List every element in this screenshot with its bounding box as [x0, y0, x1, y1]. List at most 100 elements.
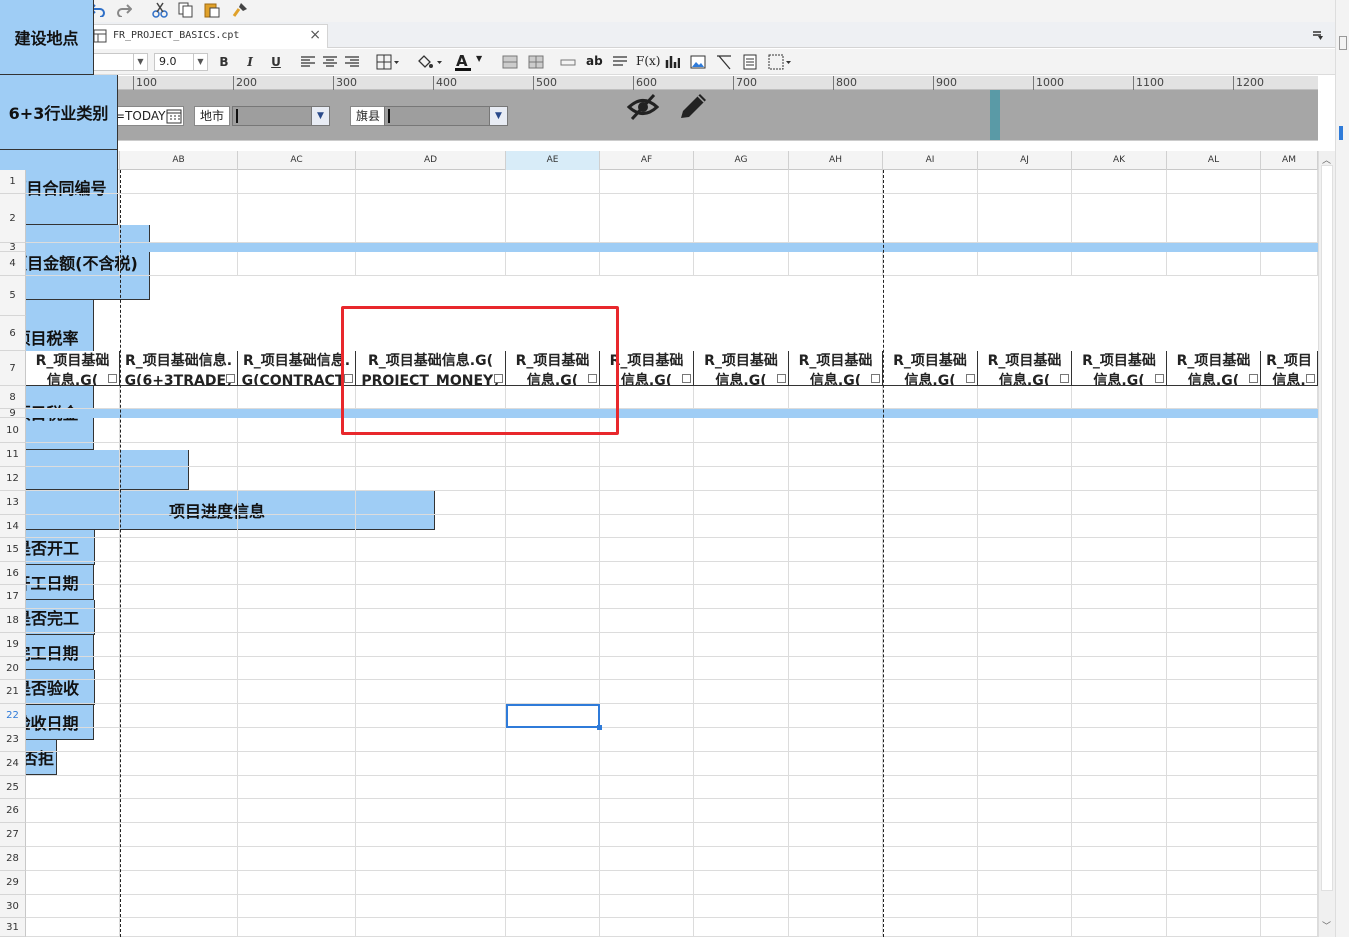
column-header[interactable]: AH [789, 151, 883, 170]
grid-cell[interactable] [238, 704, 356, 728]
grid-cell[interactable] [1167, 585, 1261, 609]
grid-cell[interactable] [120, 704, 238, 728]
grid-cell[interactable] [694, 585, 789, 609]
grid-cell[interactable] [978, 443, 1072, 467]
widget-icon[interactable] [1306, 374, 1315, 383]
row-header[interactable]: 1 [0, 170, 26, 194]
grid-cell[interactable] [120, 847, 238, 871]
grid-cell[interactable] [978, 776, 1072, 799]
grid-cell[interactable] [1261, 243, 1318, 252]
grid-cell[interactable] [1261, 728, 1318, 752]
row-header[interactable]: 7 [0, 351, 26, 386]
scrollbar-thumb[interactable] [1321, 165, 1333, 891]
grid-cell[interactable] [1261, 918, 1318, 937]
edit-pencil-icon[interactable] [676, 91, 710, 126]
grid-cell[interactable] [120, 895, 238, 918]
data-cell[interactable]: R_项目基础 信息.G( [883, 351, 978, 386]
underline-button[interactable]: U [268, 52, 284, 72]
grid-cell[interactable] [26, 386, 120, 409]
grid-cell[interactable] [506, 467, 600, 491]
grid-cell[interactable] [694, 418, 789, 443]
grid-cell[interactable] [238, 194, 356, 243]
grid-cell[interactable] [238, 871, 356, 895]
grid-cell[interactable] [506, 799, 600, 823]
grid-cell[interactable] [1072, 538, 1167, 562]
grid-cell[interactable] [1261, 515, 1318, 538]
grid-cell[interactable] [120, 918, 238, 937]
grid-cell[interactable] [694, 409, 789, 418]
column-header[interactable]: AI [883, 151, 978, 170]
grid-cell[interactable] [506, 252, 600, 276]
grid-cell[interactable] [1261, 823, 1318, 847]
grid-cell[interactable] [883, 443, 978, 467]
grid-cell[interactable] [120, 243, 238, 252]
grid-cell[interactable] [789, 562, 883, 585]
header-group-blank[interactable] [0, 450, 189, 490]
grid-cell[interactable] [506, 515, 600, 538]
row-header[interactable]: 23 [0, 728, 26, 752]
grid-cell[interactable] [506, 895, 600, 918]
grid-cell[interactable] [1261, 386, 1318, 409]
grid-cell[interactable] [1167, 467, 1261, 491]
panel-toggle-icon[interactable] [1339, 36, 1347, 50]
grid-cell[interactable] [120, 776, 238, 799]
grid-cell[interactable] [600, 823, 694, 847]
grid-cell[interactable] [883, 752, 978, 776]
grid-cell[interactable] [600, 609, 694, 633]
grid-cell[interactable] [356, 609, 506, 633]
grid-cell[interactable] [356, 538, 506, 562]
column-header[interactable]: AJ [978, 151, 1072, 170]
data-cell[interactable]: R_项目基础 信息.G( [789, 351, 883, 386]
slash-icon[interactable] [716, 54, 732, 73]
sub-report-icon[interactable] [742, 54, 758, 73]
grid-cell[interactable] [120, 728, 238, 752]
widget-icon[interactable] [1155, 374, 1164, 383]
grid-cell[interactable] [26, 585, 120, 609]
grid-cell[interactable] [120, 194, 238, 243]
grid-cell[interactable] [356, 562, 506, 585]
unmerge-cells-icon[interactable] [528, 55, 544, 72]
grid-cell[interactable] [694, 918, 789, 937]
grid-cell[interactable] [1261, 776, 1318, 799]
grid-cell[interactable] [1167, 704, 1261, 728]
grid-cell[interactable] [694, 538, 789, 562]
grid-cell[interactable] [789, 823, 883, 847]
cut-icon[interactable] [150, 0, 170, 20]
grid-cell[interactable] [600, 895, 694, 918]
grid-cell[interactable] [789, 752, 883, 776]
grid-cell[interactable] [1167, 728, 1261, 752]
grid-cell[interactable] [356, 633, 506, 657]
grid-cell[interactable] [1072, 704, 1167, 728]
grid-cell[interactable] [120, 386, 238, 409]
data-cell[interactable]: R_项目基础 信息.G( [978, 351, 1072, 386]
grid-cell[interactable] [120, 409, 238, 418]
grid-cell[interactable] [238, 170, 356, 194]
merge-cells-icon[interactable] [502, 55, 518, 72]
grid-cell[interactable] [883, 609, 978, 633]
grid-cell[interactable] [26, 467, 120, 491]
grid-cell[interactable] [978, 871, 1072, 895]
grid-cell[interactable] [600, 799, 694, 823]
grid-cell[interactable] [694, 562, 789, 585]
widget-icon[interactable] [871, 374, 880, 383]
grid-cell[interactable] [120, 871, 238, 895]
grid-cell[interactable] [694, 170, 789, 194]
header-subcell[interactable]: 是否开工 [0, 530, 95, 565]
tab-menu-icon[interactable] [1312, 29, 1324, 44]
grid-cell[interactable] [120, 823, 238, 847]
font-color-button[interactable]: A ▼ [454, 52, 488, 72]
column-header[interactable]: AC [238, 151, 356, 170]
redo-icon[interactable] [114, 0, 134, 20]
grid-cell[interactable] [506, 170, 600, 194]
grid-cell[interactable] [1072, 418, 1167, 443]
grid-cell[interactable] [789, 799, 883, 823]
grid-cell[interactable] [600, 467, 694, 491]
grid-cell[interactable] [789, 776, 883, 799]
grid-cell[interactable] [789, 847, 883, 871]
widget-icon[interactable] [588, 374, 597, 383]
grid-cell[interactable] [356, 680, 506, 704]
grid-cell[interactable] [26, 871, 120, 895]
data-cell[interactable]: R_项目 信息. [1261, 351, 1318, 386]
grid-cell[interactable] [1167, 538, 1261, 562]
column-header[interactable]: AL [1167, 151, 1261, 170]
